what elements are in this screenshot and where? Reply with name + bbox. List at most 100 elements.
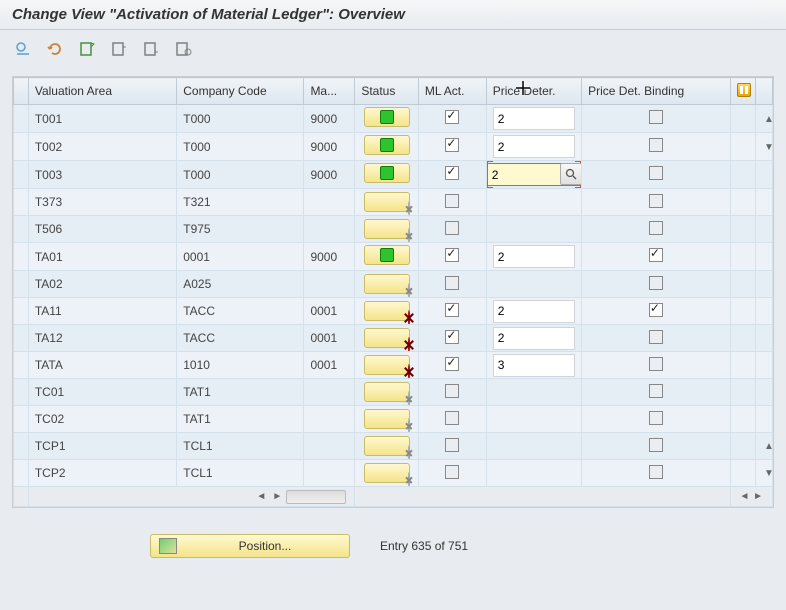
status-indicator[interactable] — [364, 382, 410, 402]
table-row[interactable]: T506 T975 — [14, 216, 773, 243]
status-indicator[interactable] — [364, 163, 410, 183]
ml-active-checkbox[interactable] — [445, 276, 459, 290]
scroll-left2-icon[interactable]: ◄ — [739, 490, 751, 504]
search-help-icon[interactable] — [560, 163, 582, 185]
table-row[interactable]: T001 T000 9000 ▲ — [14, 105, 773, 133]
col-valuation-area[interactable]: Valuation Area — [28, 78, 176, 105]
vscroll-cell[interactable] — [755, 161, 772, 189]
edit-icon[interactable] — [12, 38, 34, 60]
row-handle[interactable] — [14, 352, 29, 379]
price-deter-input[interactable] — [493, 107, 575, 130]
status-indicator[interactable] — [364, 355, 410, 375]
vscroll-cell[interactable] — [755, 298, 772, 325]
price-binding-checkbox[interactable] — [649, 465, 663, 479]
new-icon[interactable] — [76, 38, 98, 60]
ml-active-checkbox[interactable] — [445, 221, 459, 235]
table-row[interactable]: TA12 TACC 0001 — [14, 325, 773, 352]
vscroll-cell[interactable]: ▲ — [755, 433, 772, 460]
ml-active-checkbox[interactable] — [445, 166, 459, 180]
price-deter-input[interactable] — [493, 135, 575, 158]
table-row[interactable]: T373 T321 — [14, 189, 773, 216]
price-deter-input[interactable] — [493, 354, 575, 377]
hscroll-track[interactable] — [286, 490, 346, 504]
row-handle[interactable] — [14, 406, 29, 433]
price-binding-checkbox[interactable] — [649, 221, 663, 235]
table-row[interactable]: T003 T000 9000 — [14, 161, 773, 189]
status-indicator[interactable] — [364, 245, 410, 265]
vscroll-cell[interactable]: ▲ — [755, 105, 772, 133]
hscroll-right[interactable]: ◄ ► — [737, 488, 766, 506]
price-binding-checkbox[interactable] — [649, 303, 663, 317]
table-row[interactable]: T002 T000 9000 ▼ — [14, 133, 773, 161]
vscroll-cell[interactable]: ▼ — [755, 460, 772, 487]
col-material[interactable]: Ma... — [304, 78, 355, 105]
table-row[interactable]: TC02 TAT1 — [14, 406, 773, 433]
price-binding-checkbox[interactable] — [649, 384, 663, 398]
price-binding-checkbox[interactable] — [649, 138, 663, 152]
status-indicator[interactable] — [364, 274, 410, 294]
price-binding-checkbox[interactable] — [649, 438, 663, 452]
row-handle[interactable] — [14, 325, 29, 352]
ml-active-checkbox[interactable] — [445, 438, 459, 452]
ml-active-checkbox[interactable] — [445, 303, 459, 317]
vscroll-cell[interactable] — [755, 271, 772, 298]
ml-active-checkbox[interactable] — [445, 248, 459, 262]
scroll-right2-icon[interactable]: ► — [752, 490, 764, 504]
price-binding-checkbox[interactable] — [649, 276, 663, 290]
ml-active-checkbox[interactable] — [445, 138, 459, 152]
table-row[interactable]: TATA 1010 0001 — [14, 352, 773, 379]
row-handle[interactable] — [14, 189, 29, 216]
row-handle[interactable] — [14, 216, 29, 243]
scroll-down-icon[interactable]: ▼ — [762, 467, 773, 481]
scroll-right-icon[interactable]: ► — [270, 490, 284, 504]
ml-active-checkbox[interactable] — [445, 194, 459, 208]
vscroll-cell[interactable] — [755, 406, 772, 433]
vscroll-cell[interactable] — [755, 325, 772, 352]
vscroll-cell[interactable]: ▼ — [755, 133, 772, 161]
hscroll-left[interactable]: ◄ ► — [35, 488, 348, 506]
column-selector-button[interactable] — [730, 78, 755, 105]
row-handle[interactable] — [14, 433, 29, 460]
scroll-thumb-icon[interactable]: ▼ — [762, 140, 773, 154]
price-binding-checkbox[interactable] — [649, 248, 663, 262]
row-handle[interactable] — [14, 271, 29, 298]
status-indicator[interactable] — [364, 463, 410, 483]
table-row[interactable]: TA02 A025 — [14, 271, 773, 298]
row-handle[interactable] — [14, 460, 29, 487]
row-handle[interactable] — [14, 379, 29, 406]
delete-icon[interactable] — [140, 38, 162, 60]
row-handle[interactable] — [14, 243, 29, 271]
table-row[interactable]: TCP2 TCL1 ▼ — [14, 460, 773, 487]
price-deter-input[interactable] — [493, 327, 575, 350]
col-price-deter[interactable]: Price Deter. — [486, 78, 581, 105]
position-button[interactable]: Position... — [150, 534, 350, 558]
status-indicator[interactable] — [364, 409, 410, 429]
ml-active-checkbox[interactable] — [445, 411, 459, 425]
price-binding-checkbox[interactable] — [649, 357, 663, 371]
col-company-code[interactable]: Company Code — [177, 78, 304, 105]
status-indicator[interactable] — [364, 436, 410, 456]
vscroll-cell[interactable] — [755, 379, 772, 406]
scroll-left-icon[interactable]: ◄ — [254, 490, 268, 504]
status-indicator[interactable] — [364, 219, 410, 239]
ml-active-checkbox[interactable] — [445, 384, 459, 398]
col-ml-act[interactable]: ML Act. — [418, 78, 486, 105]
row-handle[interactable] — [14, 298, 29, 325]
status-indicator[interactable] — [364, 135, 410, 155]
vscroll-cell[interactable] — [755, 216, 772, 243]
vscroll-cell[interactable] — [755, 243, 772, 271]
price-deter-input[interactable] — [493, 245, 575, 268]
row-handle[interactable] — [14, 105, 29, 133]
table-row[interactable]: TA11 TACC 0001 — [14, 298, 773, 325]
status-indicator[interactable] — [364, 328, 410, 348]
undo-icon[interactable] — [44, 38, 66, 60]
row-handle[interactable] — [14, 133, 29, 161]
ml-active-checkbox[interactable] — [445, 357, 459, 371]
ml-active-checkbox[interactable] — [445, 465, 459, 479]
price-binding-checkbox[interactable] — [649, 194, 663, 208]
scroll-up-icon[interactable]: ▲ — [762, 112, 773, 126]
table-row[interactable]: TC01 TAT1 — [14, 379, 773, 406]
table-row[interactable]: TCP1 TCL1 ▲ — [14, 433, 773, 460]
price-binding-checkbox[interactable] — [649, 330, 663, 344]
price-deter-input[interactable] — [493, 300, 575, 323]
